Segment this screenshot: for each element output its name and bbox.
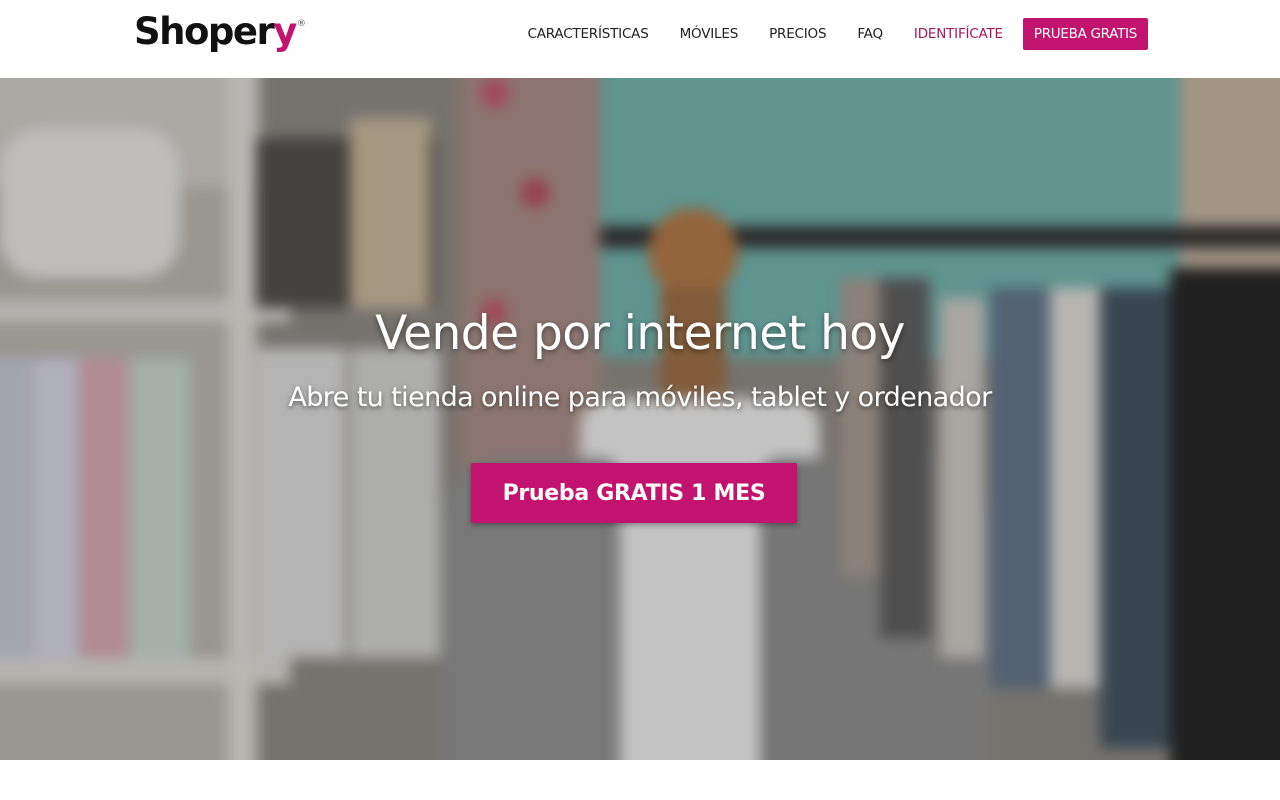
- hero-title: Vende por internet hoy: [375, 306, 905, 361]
- logo-text-main: Shoper: [134, 10, 275, 53]
- hero-content: Vende por internet hoy Abre tu tienda on…: [0, 78, 1280, 760]
- nav-link-faq[interactable]: FAQ: [857, 26, 883, 42]
- nav-link-caracteristicas[interactable]: CARACTERÍSTICAS: [528, 26, 649, 42]
- nav-link-moviles[interactable]: MÓVILES: [680, 26, 739, 42]
- nav-link-precios[interactable]: PRECIOS: [769, 26, 826, 42]
- hero-subtitle: Abre tu tienda online para móviles, tabl…: [288, 382, 992, 413]
- nav-link-login[interactable]: IDENTIFÍCATE: [914, 26, 1003, 42]
- logo-text-accent: y: [273, 10, 297, 53]
- free-trial-button[interactable]: PRUEBA GRATIS: [1022, 18, 1148, 50]
- main-nav: CARACTERÍSTICAS MÓVILES PRECIOS FAQ IDEN…: [528, 18, 1148, 50]
- logo-wordmark: Shopery: [134, 10, 297, 54]
- shopery-logo[interactable]: Shopery ®: [134, 10, 306, 60]
- site-header: Shopery ® CARACTERÍSTICAS MÓVILES PRECIO…: [0, 0, 1280, 78]
- hero-free-trial-button[interactable]: Prueba GRATIS 1 MES: [471, 463, 797, 523]
- hero-section: Vende por internet hoy Abre tu tienda on…: [0, 78, 1280, 760]
- below-hero-area: [0, 760, 1280, 800]
- registered-mark: ®: [296, 19, 306, 29]
